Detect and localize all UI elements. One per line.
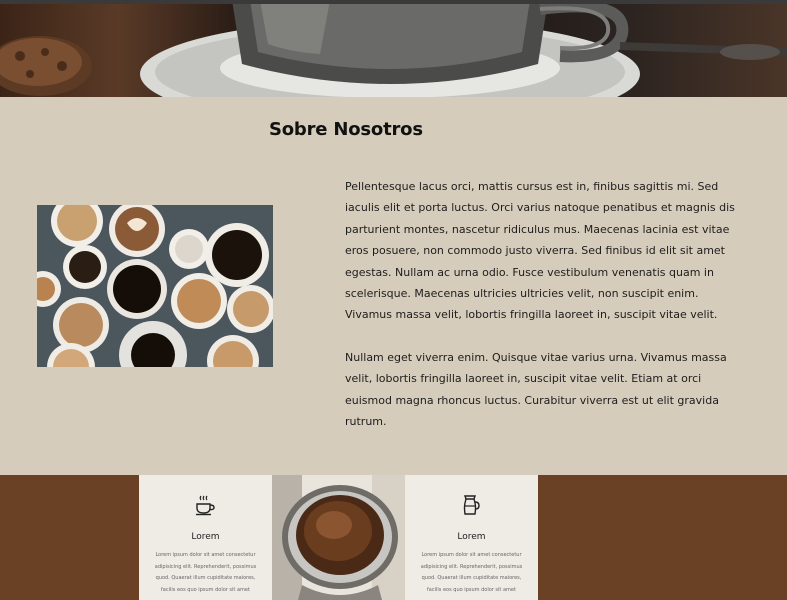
feature-title-1: Lorem xyxy=(191,532,220,542)
feature-title-2: Lorem xyxy=(457,532,486,542)
hero-image xyxy=(0,4,787,97)
feature-card-2: Lorem Lorem ipsum dolor sit amet consect… xyxy=(405,475,538,600)
about-section: Sobre Nosotros Pellentesque lacus orci, … xyxy=(0,97,787,475)
ground-coffee-image xyxy=(272,475,405,600)
feature-text-1: Lorem ipsum dolor sit amet consectetur a… xyxy=(154,552,257,593)
features-band: Lorem Lorem ipsum dolor sit amet consect… xyxy=(0,475,787,600)
about-paragraph-1: Pellentesque lacus orci, mattis cursus e… xyxy=(345,180,735,322)
about-title: Sobre Nosotros xyxy=(269,119,423,140)
coffee-cups-image xyxy=(37,205,273,367)
about-paragraph-2: Nullam eget viverra enim. Quisque vitae … xyxy=(345,350,727,429)
feature-card-1: Lorem Lorem ipsum dolor sit amet consect… xyxy=(139,475,272,600)
coffee-cup-icon xyxy=(196,495,215,516)
feature-text-2: Lorem ipsum dolor sit amet consectetur a… xyxy=(420,552,523,593)
about-text: Pellentesque lacus orci, mattis cursus e… xyxy=(345,176,740,432)
coffee-pot-icon xyxy=(463,495,480,515)
